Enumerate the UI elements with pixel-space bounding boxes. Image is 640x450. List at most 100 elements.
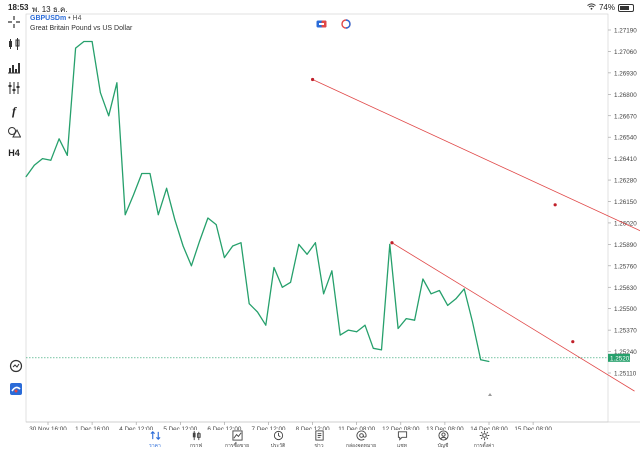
price-point (58, 138, 60, 140)
plot-frame (25, 13, 609, 423)
price-label: 1.25890 (614, 242, 637, 249)
price-point (132, 194, 134, 196)
price-label: 1.27060 (614, 49, 637, 56)
price-point (438, 290, 440, 292)
timeframe-label: H4 (8, 148, 20, 158)
candlestick-icon[interactable] (6, 36, 22, 52)
price-point (405, 318, 407, 320)
price-point (298, 243, 300, 245)
volume-bars-icon[interactable] (6, 59, 22, 75)
price-point (223, 257, 225, 259)
price-point (91, 41, 93, 43)
price-label: 1.26410 (614, 156, 637, 163)
shapes-icon[interactable] (6, 124, 22, 140)
price-point (50, 159, 52, 161)
price-label: 1.25630 (614, 285, 637, 292)
bottom-tab-bar: ราคา กราฟ การซื้อขาย ประวัติ ข่าว กล่องจ… (0, 430, 640, 450)
quotes-icon (150, 431, 160, 440)
price-point (281, 286, 283, 288)
news-icon (314, 430, 324, 441)
price-point (471, 321, 473, 323)
tab-label: ราคา (149, 443, 161, 449)
price-point (174, 219, 176, 221)
price-point (430, 293, 432, 295)
price-point (99, 92, 101, 94)
price-point (215, 224, 217, 226)
price-point (356, 331, 358, 333)
tab-settings[interactable]: การตั้งค่า (459, 430, 509, 450)
price-label: 1.25110 (614, 371, 637, 378)
price-point (207, 217, 209, 219)
app-logo-icon (8, 381, 24, 397)
price-point (455, 298, 457, 300)
price-point (116, 82, 118, 84)
price-point (257, 311, 258, 313)
chat-icon (397, 431, 407, 441)
price-label: 1.25500 (614, 306, 637, 313)
price-point (447, 304, 449, 306)
price-label: 1.26670 (614, 113, 637, 120)
price-point (331, 270, 333, 272)
tab-label: ข่าว (314, 443, 324, 449)
price-point (124, 214, 126, 216)
timeframe-button[interactable]: H4 (6, 145, 22, 161)
price-point (166, 187, 168, 189)
price-label: 1.26540 (614, 135, 637, 142)
one-click-trading-icon[interactable] (340, 19, 352, 29)
trendline-anchor (571, 340, 575, 344)
price-point (323, 293, 325, 295)
tab-label: แชท (397, 443, 407, 449)
price-point (232, 245, 234, 247)
price-label: 1.27190 (614, 28, 637, 35)
price-label: 1.25760 (614, 263, 637, 270)
price-point (157, 214, 159, 216)
price-point (182, 245, 184, 247)
trendline-anchor (553, 203, 557, 207)
price-label: 1.26930 (614, 70, 637, 77)
price-label: 1.26280 (614, 178, 637, 185)
price-point (83, 41, 85, 43)
price-point (141, 172, 143, 174)
function-icon[interactable]: f (6, 103, 22, 119)
symbol-name: GBPUSDm (30, 15, 67, 22)
indicators-icon[interactable] (6, 80, 22, 96)
tab-label: บัญชี (437, 443, 449, 449)
price-point (66, 154, 68, 156)
mailbox-icon (355, 430, 367, 441)
price-point (488, 360, 490, 362)
price-point (25, 176, 27, 178)
price-point (372, 347, 374, 349)
tab-label: การตั้งค่า (473, 443, 495, 449)
price-chart[interactable]: 1.27190 1.27060 1.26930 1.26800 1.26670 1.265… (0, 0, 640, 430)
price-point (290, 281, 292, 283)
symbol-info: GBPUSDm • H4 Great Britain Pound vs US D… (30, 14, 132, 34)
tab-label: การซื้อขาย (224, 443, 250, 449)
price-point (339, 334, 341, 336)
price-point (190, 265, 192, 267)
price-point (33, 164, 35, 166)
trade-toggle-icon[interactable] (315, 19, 327, 29)
price-point (463, 288, 465, 290)
alert-icon[interactable] (8, 358, 24, 374)
price-point (381, 349, 383, 351)
tab-label: กราฟ (189, 443, 203, 449)
trendline-anchor (311, 77, 315, 82)
crosshair-icon[interactable] (6, 14, 22, 30)
price-point (240, 242, 242, 244)
tab-label: ประวัติ (270, 443, 286, 449)
price-label: 1.26800 (614, 92, 637, 99)
price-point (414, 319, 416, 321)
symbol-description: Great Britain Pound vs US Dollar (30, 25, 133, 32)
tab-label: กล่องจดหมาย (345, 443, 377, 449)
price-point (108, 115, 110, 117)
trendline-anchor (390, 241, 394, 245)
price-point (314, 242, 316, 244)
price-label: 1.25370 (614, 328, 637, 335)
chart-shift-marker (488, 393, 492, 396)
trendline (391, 242, 635, 392)
account-icon (437, 430, 449, 441)
price-point (422, 278, 424, 280)
chart-icon (192, 430, 201, 441)
price-point (248, 303, 250, 305)
history-icon (273, 430, 283, 441)
